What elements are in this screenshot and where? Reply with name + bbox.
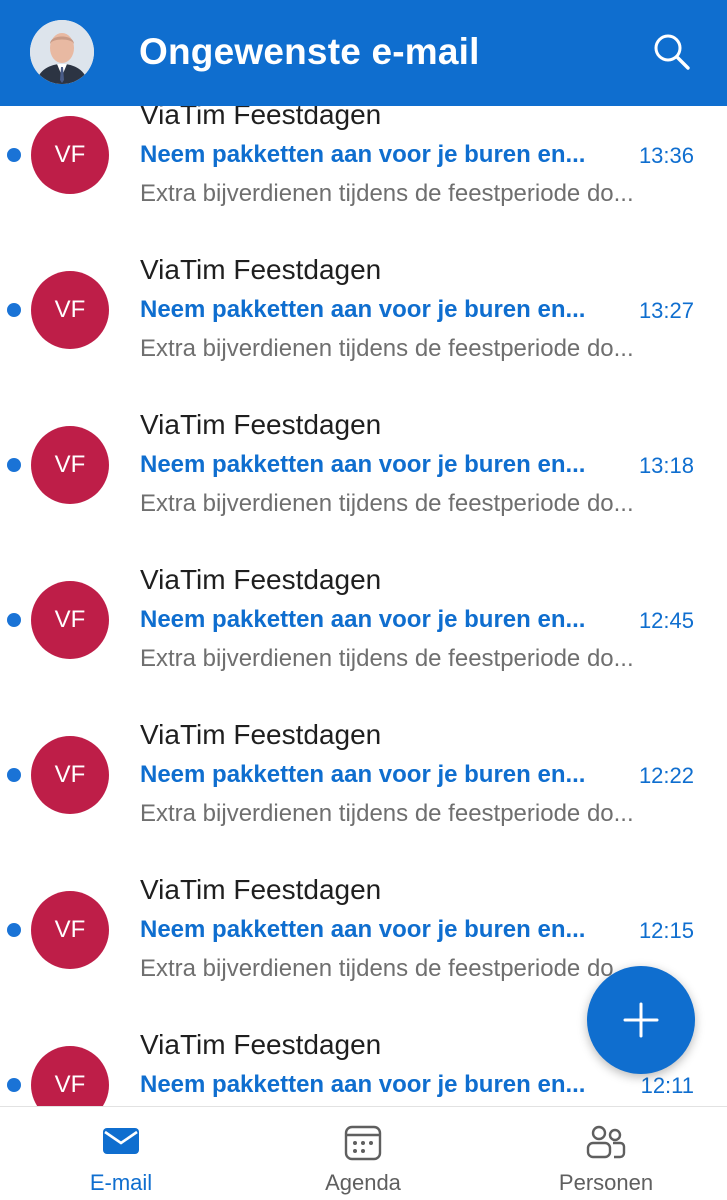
- received-time: 12:45: [638, 608, 694, 633]
- nav-agenda[interactable]: Agenda: [242, 1107, 484, 1200]
- preview: Extra bijverdienen tijdens de feestperio…: [140, 800, 634, 827]
- nav-people-label: Personen: [558, 1170, 654, 1195]
- sender-name: ViaTim Feestdagen: [140, 1029, 382, 1060]
- preview: Extra bijverdienen tijdens de feestperio…: [140, 645, 634, 672]
- contact-avatar: VF: [31, 116, 109, 194]
- message-row[interactable]: VF ViaTim Feestdagen Neem pakketten aan …: [0, 564, 727, 720]
- received-time: 13:18: [638, 453, 694, 478]
- subject: Neem pakketten aan voor je buren en...: [140, 761, 586, 788]
- contact-avatar: VF: [31, 581, 109, 659]
- sender-name: ViaTim Feestdagen: [140, 874, 382, 905]
- calendar-icon: [344, 1125, 382, 1161]
- subject: Neem pakketten aan voor je buren en...: [140, 296, 586, 323]
- profile-avatar[interactable]: [30, 20, 94, 84]
- unread-dot: [7, 768, 21, 782]
- nav-people[interactable]: Personen: [485, 1107, 727, 1200]
- compose-button[interactable]: [587, 966, 695, 1074]
- people-icon: [586, 1125, 626, 1159]
- bottom-navigation: E-mail Agenda Personen: [0, 1106, 727, 1200]
- contact-avatar: VF: [31, 891, 109, 969]
- received-time: 12:11: [640, 1073, 694, 1098]
- nav-mail-label: E-mail: [89, 1170, 153, 1195]
- unread-dot: [7, 303, 21, 317]
- subject: Neem pakketten aan voor je buren en...: [140, 141, 586, 168]
- unread-dot: [7, 923, 21, 937]
- sender-name: ViaTim Feestdagen: [140, 564, 382, 595]
- mail-icon: [103, 1128, 139, 1154]
- message-row[interactable]: VF ViaTim Feestdagen Neem pakketten aan …: [0, 254, 727, 410]
- subject: Neem pakketten aan voor je buren en...: [140, 606, 586, 633]
- message-row[interactable]: VF ViaTim Feestdagen Neem pakketten aan …: [0, 409, 727, 565]
- message-row[interactable]: VF ViaTim Feestdagen Neem pakketten aan …: [0, 719, 727, 875]
- preview: Extra bijverdienen tijdens de feestperio…: [140, 180, 634, 207]
- search-icon: [654, 34, 690, 70]
- received-time: 12:15: [638, 918, 694, 943]
- received-time: 12:22: [638, 763, 694, 788]
- sender-name: ViaTim Feestdagen: [140, 409, 382, 440]
- received-time: 13:36: [638, 143, 694, 168]
- folder-title: Ongewenste e-mail: [139, 31, 480, 72]
- preview: Extra bijverdienen tijdens de feestperio…: [140, 490, 634, 517]
- sender-name: ViaTim Feestdagen: [140, 254, 382, 285]
- plus-icon: [623, 1002, 659, 1038]
- unread-dot: [7, 1078, 21, 1092]
- unread-dot: [7, 148, 21, 162]
- preview: Extra bijverdienen tijdens de feestperio…: [140, 335, 634, 362]
- contact-avatar: VF: [31, 1046, 109, 1106]
- app-header: Ongewenste e-mail: [0, 0, 727, 106]
- subject: Neem pakketten aan voor je buren en...: [140, 1071, 586, 1098]
- unread-dot: [7, 613, 21, 627]
- nav-mail[interactable]: E-mail: [0, 1107, 242, 1200]
- profile-photo: [30, 20, 94, 84]
- contact-avatar: VF: [31, 271, 109, 349]
- search-button[interactable]: [650, 30, 694, 74]
- contact-avatar: VF: [31, 736, 109, 814]
- received-time: 13:27: [638, 298, 694, 323]
- subject: Neem pakketten aan voor je buren en...: [140, 451, 586, 478]
- message-list[interactable]: VF ViaTim Feestdagen Neem pakketten aan …: [0, 0, 727, 1106]
- sender-name: ViaTim Feestdagen: [140, 719, 382, 750]
- contact-avatar: VF: [31, 426, 109, 504]
- nav-agenda-label: Agenda: [325, 1170, 401, 1195]
- subject: Neem pakketten aan voor je buren en...: [140, 916, 586, 943]
- unread-dot: [7, 458, 21, 472]
- message-row[interactable]: VF ViaTim Feestdagen Neem pakketten aan …: [0, 99, 727, 255]
